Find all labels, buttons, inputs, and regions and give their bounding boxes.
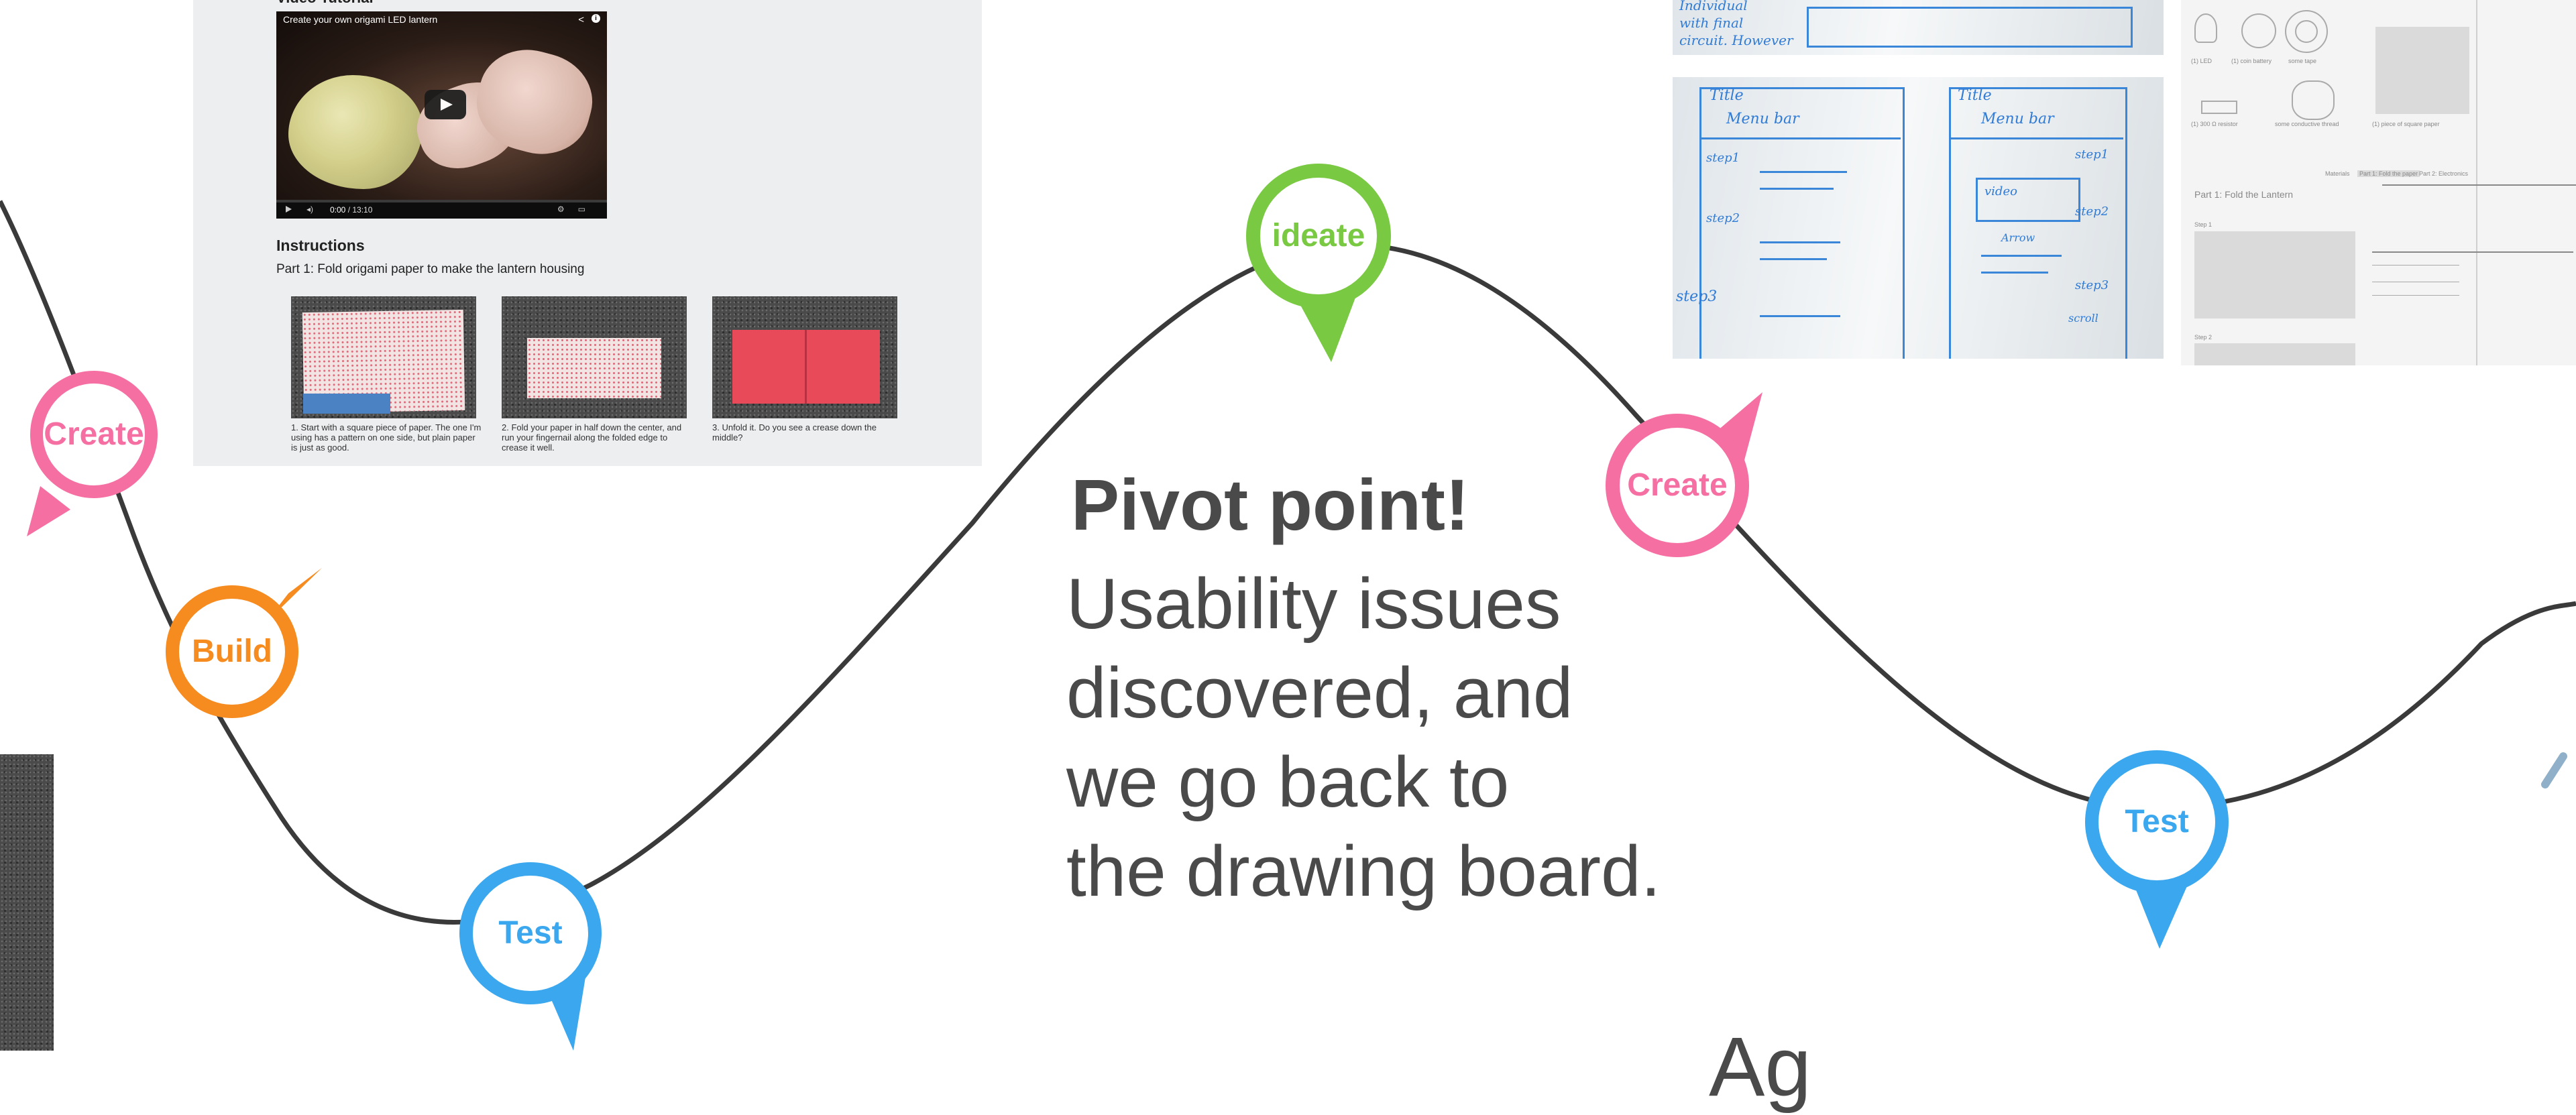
marker-label-test-1: Test xyxy=(498,915,563,951)
pivot-line-3: we go back to xyxy=(1066,742,1510,822)
marker-label-create-1: Create xyxy=(44,416,144,452)
marker-test-1 xyxy=(459,862,602,1051)
marker-label-create-2: Create xyxy=(1627,467,1728,503)
marker-ideate xyxy=(1246,164,1391,362)
bottom-partial-text: Ag xyxy=(1709,1020,1811,1114)
marker-test-2 xyxy=(2085,750,2229,949)
pivot-title: Pivot point! xyxy=(1071,464,1469,545)
pivot-line-4: the drawing board. xyxy=(1066,831,1661,911)
pivot-line-1: Usability issues xyxy=(1066,563,1561,644)
marker-label-test-2: Test xyxy=(2125,804,2189,839)
marker-create-1 xyxy=(27,371,158,536)
marker-label-build: Build xyxy=(192,634,272,669)
marker-label-ideate: ideate xyxy=(1272,218,1365,253)
pivot-line-2: discovered, and xyxy=(1066,652,1573,733)
